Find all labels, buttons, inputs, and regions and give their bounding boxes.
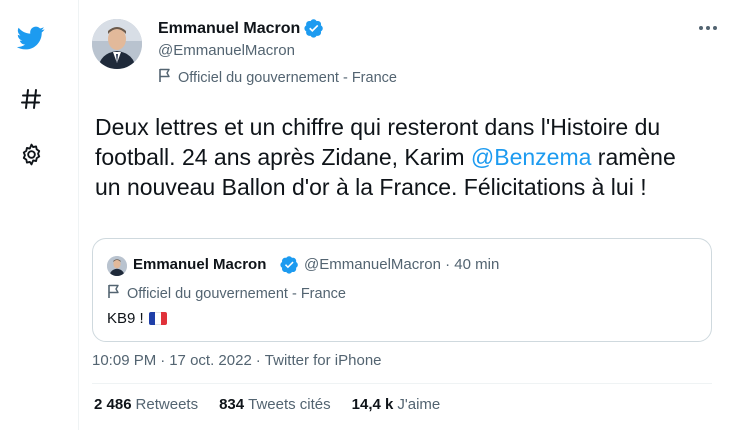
quoted-meta: @EmmanuelMacron · 40 min [304, 256, 499, 273]
quote-tweets-count: 834 [219, 396, 245, 413]
more-options-icon[interactable] [690, 14, 726, 42]
quoted-verified-badge-icon [280, 255, 299, 274]
likes-count: 14,4 k [351, 396, 394, 413]
quoted-text: KB9 ! [107, 310, 167, 327]
likes-stat[interactable]: 14,4 k J'aime [352, 396, 441, 413]
quoted-handle: @EmmanuelMacron [304, 256, 441, 273]
engagement-stats: 2 486 Retweets 834 Tweets cités 14,4 k J… [94, 396, 461, 413]
likes-label: J'aime [397, 396, 441, 413]
government-label[interactable]: Officiel du gouvernement - France [158, 68, 397, 87]
mention-link[interactable]: @Benzema [471, 144, 592, 170]
quoted-author-avatar [107, 256, 127, 276]
quoted-separator: · [445, 256, 451, 273]
quoted-text-content: KB9 ! [107, 310, 144, 327]
flag-outline-icon [107, 284, 121, 303]
meta-separator: · [255, 352, 261, 369]
quoted-time: 40 min [454, 256, 500, 273]
tweet-source[interactable]: Twitter for iPhone [265, 352, 382, 369]
twitter-bird-icon[interactable] [13, 20, 49, 56]
quote-tweets-stat[interactable]: 834 Tweets cités [219, 396, 331, 413]
author-handle[interactable]: @EmmanuelMacron [158, 42, 295, 59]
tweet-time[interactable]: 10:09 PM [92, 352, 156, 369]
divider [92, 383, 712, 384]
author-avatar[interactable] [92, 19, 142, 69]
left-nav-rail [0, 0, 62, 430]
settings-gear-icon[interactable] [13, 136, 49, 172]
quoted-government-label: Officiel du gouvernement - France [107, 284, 346, 303]
tweet-text: Deux lettres et un chiffre qui resteront… [95, 112, 705, 202]
tweet-date[interactable]: 17 oct. 2022 [169, 352, 252, 369]
government-label-text: Officiel du gouvernement - France [178, 69, 397, 86]
quote-tweets-label: Tweets cités [248, 396, 331, 413]
tweet-meta: 10:09 PM · 17 oct. 2022 · Twitter for iP… [92, 352, 382, 369]
retweets-label: Retweets [135, 396, 199, 413]
hashtag-icon[interactable] [13, 81, 49, 117]
author-name[interactable]: Emmanuel Macron [158, 20, 300, 38]
retweets-stat[interactable]: 2 486 Retweets [94, 396, 198, 413]
meta-separator: · [160, 352, 166, 369]
quoted-label-text: Officiel du gouvernement - France [127, 285, 346, 302]
flag-outline-icon [158, 68, 172, 87]
verified-badge-icon [304, 18, 324, 38]
column-divider [78, 0, 79, 430]
retweets-count: 2 486 [94, 396, 132, 413]
quoted-tweet[interactable]: Emmanuel Macron @EmmanuelMacron · 40 min… [92, 238, 712, 342]
france-flag-emoji [148, 312, 167, 325]
quoted-author-name: Emmanuel Macron [133, 256, 267, 273]
